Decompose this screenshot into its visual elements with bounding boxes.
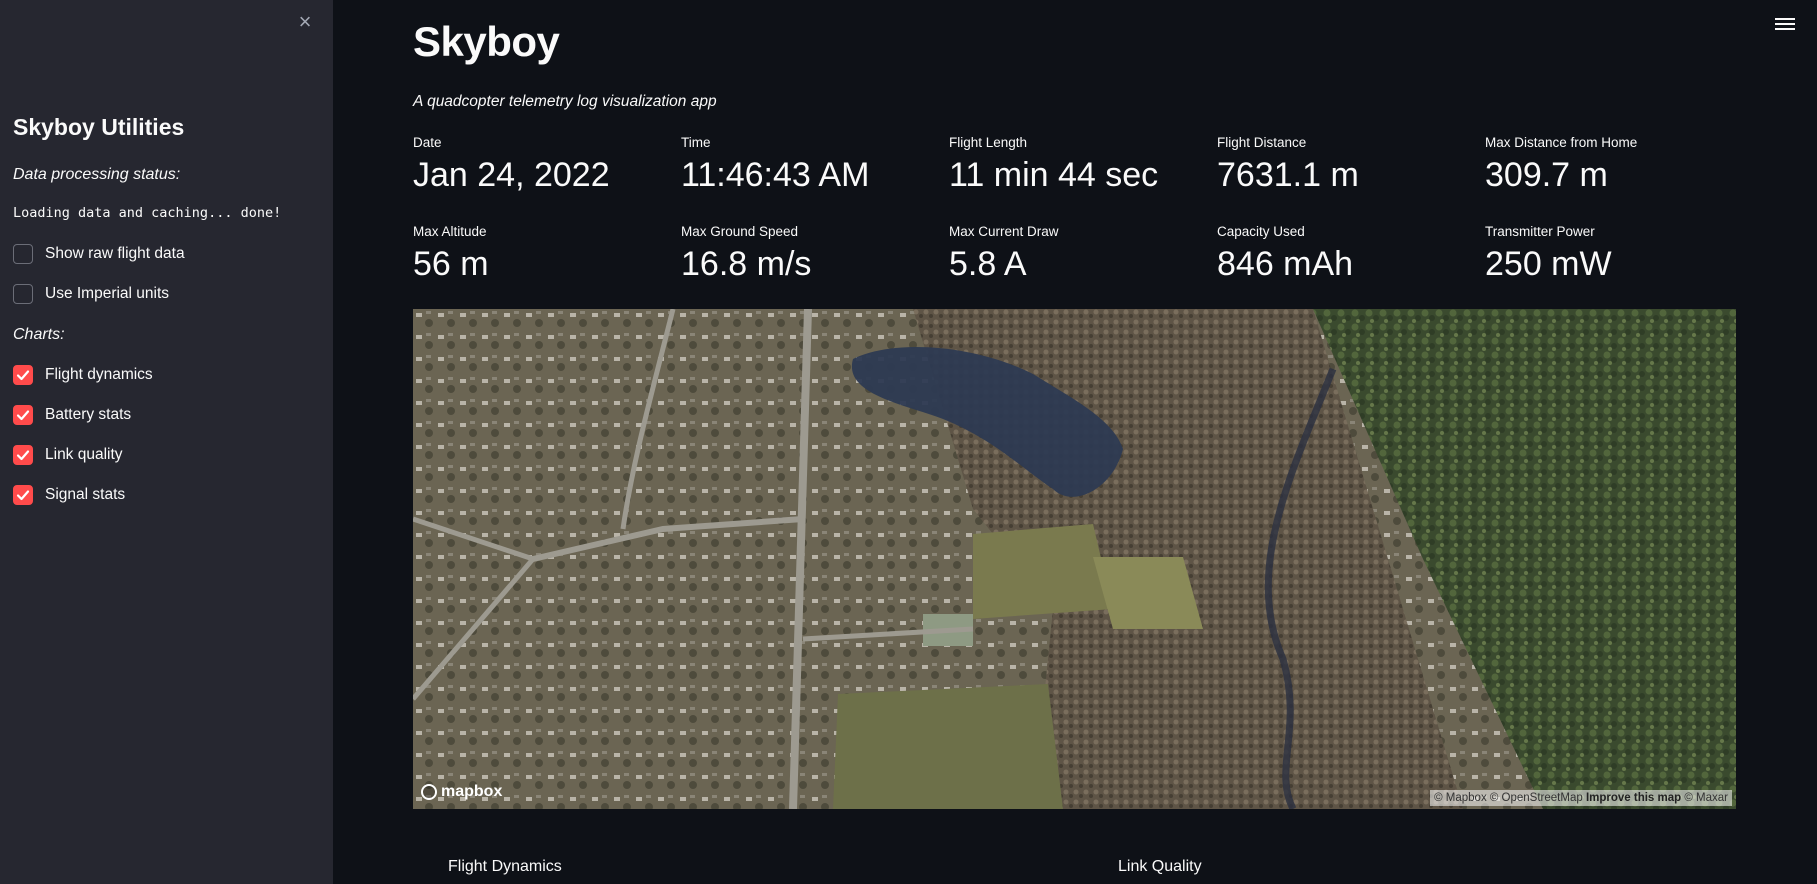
hamburger-menu-icon[interactable] (1775, 15, 1795, 35)
metric-flight-distance: Flight Distance 7631.1 m (1217, 135, 1477, 195)
checkbox-label: Use Imperial units (45, 285, 170, 302)
metric-time: Time 11:46:43 AM (681, 135, 941, 195)
metric-value: Jan 24, 2022 (413, 156, 610, 194)
checkbox-link-quality[interactable]: Link quality (13, 443, 123, 467)
metric-max-ground-speed: Max Ground Speed 16.8 m/s (681, 224, 941, 284)
status-label: Data processing status: (13, 166, 181, 183)
checkbox-flight-dynamics[interactable]: Flight dynamics (13, 363, 153, 387)
metric-value: 7631.1 m (1217, 156, 1359, 194)
metric-label: Flight Distance (1217, 135, 1307, 150)
attribution-maxar[interactable]: © Maxar (1684, 792, 1728, 804)
metric-label: Max Ground Speed (681, 224, 799, 239)
metric-value: 250 mW (1485, 245, 1612, 283)
close-sidebar-icon[interactable]: × (294, 11, 316, 33)
page-title: Skyboy (413, 18, 560, 65)
attribution-text[interactable]: © Mapbox © OpenStreetMap (1434, 792, 1583, 804)
metric-max-current-draw: Max Current Draw 5.8 A (949, 224, 1209, 284)
checkbox-checked-icon[interactable] (13, 405, 33, 425)
metric-label: Capacity Used (1217, 224, 1305, 239)
metric-value: 11 min 44 sec (949, 156, 1159, 194)
map-attribution: © Mapbox © OpenStreetMap Improve this ma… (1430, 790, 1732, 806)
charts-label: Charts: (13, 326, 65, 343)
metric-transmitter-power: Transmitter Power 250 mW (1485, 224, 1745, 284)
checkbox-box[interactable] (13, 284, 33, 304)
checkbox-signal-stats[interactable]: Signal stats (13, 483, 125, 507)
status-text: Loading data and caching... done! (13, 205, 282, 221)
checkbox-checked-icon[interactable] (13, 365, 33, 385)
satellite-imagery (413, 309, 1736, 809)
checkbox-show-raw-data[interactable]: Show raw flight data (13, 242, 185, 266)
metric-value: 846 mAh (1217, 245, 1354, 283)
metric-value: 11:46:43 AM (681, 156, 870, 194)
section-link-quality: Link Quality (1118, 858, 1202, 875)
checkbox-checked-icon[interactable] (13, 485, 33, 505)
improve-map-link[interactable]: Improve this map (1586, 792, 1681, 804)
metric-date: Date Jan 24, 2022 (413, 135, 673, 195)
checkbox-battery-stats[interactable]: Battery stats (13, 403, 131, 427)
checkbox-imperial-units[interactable]: Use Imperial units (13, 282, 169, 306)
metric-max-altitude: Max Altitude 56 m (413, 224, 673, 284)
metric-value: 5.8 A (949, 245, 1027, 283)
section-flight-dynamics: Flight Dynamics (448, 858, 562, 875)
checkbox-label: Battery stats (45, 406, 132, 423)
checkbox-label: Flight dynamics (45, 366, 153, 383)
sidebar: × Skyboy Utilities Data processing statu… (0, 0, 333, 884)
metric-label: Max Distance from Home (1485, 135, 1638, 150)
metric-label: Transmitter Power (1485, 224, 1595, 239)
checkbox-label: Show raw flight data (45, 245, 185, 262)
metric-max-distance-home: Max Distance from Home 309.7 m (1485, 135, 1745, 195)
page-subtitle: A quadcopter telemetry log visualization… (413, 93, 717, 110)
metric-label: Time (681, 135, 711, 150)
metric-label: Flight Length (949, 135, 1028, 150)
mapbox-logo-icon (421, 784, 437, 800)
checkbox-box[interactable] (13, 244, 33, 264)
metric-flight-length: Flight Length 11 min 44 sec (949, 135, 1209, 195)
metric-value: 309.7 m (1485, 156, 1608, 194)
mapbox-logo[interactable]: mapbox (421, 783, 502, 801)
metric-label: Max Altitude (413, 224, 487, 239)
checkbox-label: Link quality (45, 446, 123, 463)
metric-capacity-used: Capacity Used 846 mAh (1217, 224, 1477, 284)
metric-label: Max Current Draw (949, 224, 1059, 239)
checkbox-label: Signal stats (45, 486, 126, 503)
checkbox-checked-icon[interactable] (13, 445, 33, 465)
satellite-map[interactable]: mapbox © Mapbox © OpenStreetMap Improve … (413, 309, 1736, 809)
metric-value: 16.8 m/s (681, 245, 812, 283)
sidebar-title: Skyboy Utilities (13, 114, 185, 140)
mapbox-logo-text: mapbox (441, 783, 503, 800)
metric-value: 56 m (413, 245, 489, 283)
metric-label: Date (413, 135, 442, 150)
